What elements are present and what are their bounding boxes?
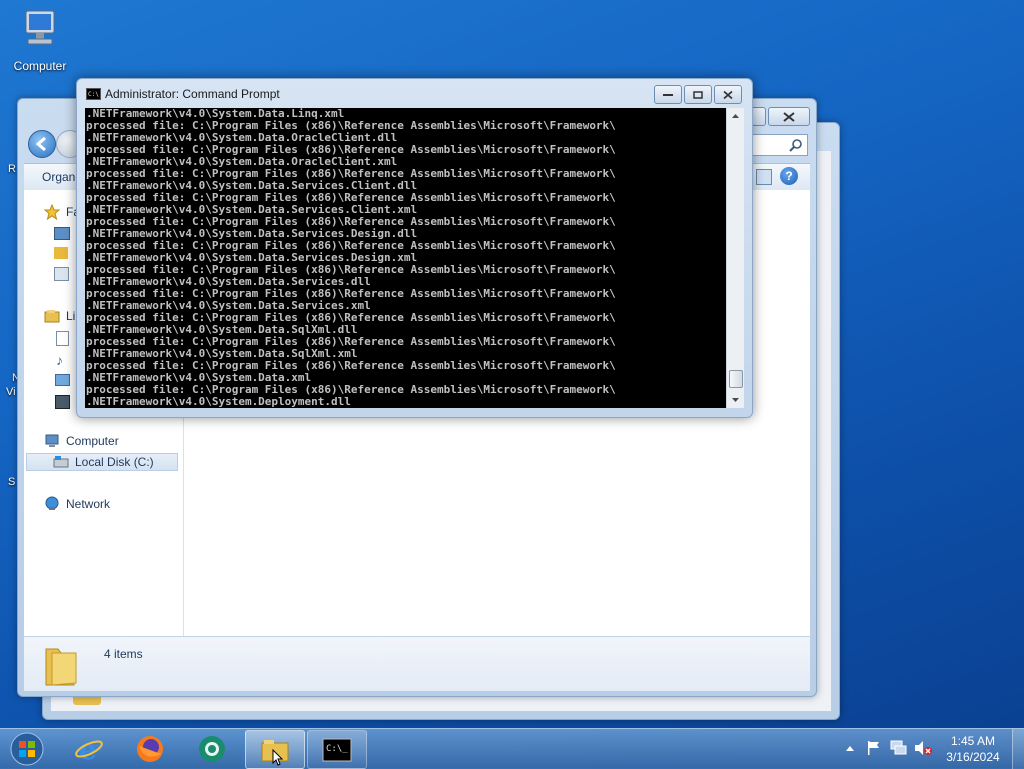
svg-text:e: e	[79, 734, 97, 764]
command-prompt-icon: C:\	[86, 88, 101, 100]
search-input[interactable]	[752, 134, 808, 156]
videos-icon[interactable]	[55, 395, 70, 409]
show-desktop-button[interactable]	[1012, 729, 1024, 769]
nav-network[interactable]: Network	[44, 496, 110, 512]
nav-local-disk-label: Local Disk (C:)	[75, 455, 154, 469]
desktop-icon-computer[interactable]: Computer	[6, 8, 74, 73]
scroll-up-icon[interactable]	[727, 108, 744, 125]
internet-explorer-icon: e	[75, 734, 103, 764]
command-prompt-icon: C:\_	[322, 738, 352, 761]
taskbar: e C:\_ 1:45 AM 3/16/2024	[0, 728, 1024, 769]
scroll-down-icon[interactable]	[727, 391, 744, 408]
network-icon	[45, 496, 59, 510]
desktop-label-fragment: Vi	[6, 386, 16, 398]
nav-computer[interactable]: Computer	[44, 433, 119, 449]
desktop-label-fragment: S	[8, 476, 16, 488]
window-controls	[652, 85, 742, 107]
restore-icon	[693, 90, 703, 99]
firefox-icon	[137, 735, 163, 762]
start-button[interactable]	[2, 730, 52, 767]
explorer-button[interactable]	[245, 730, 305, 769]
desktop-icon-label: Computer	[13, 59, 67, 73]
close-icon	[783, 111, 795, 122]
search-icon	[789, 139, 802, 152]
pictures-icon[interactable]	[55, 374, 70, 386]
console-text: .NETFramework\v4.0\System.Data.Linq.xml …	[86, 108, 616, 408]
minimize-button[interactable]	[654, 85, 682, 104]
preview-pane-icon[interactable]	[756, 169, 772, 185]
action-center-flag-icon[interactable]	[866, 740, 882, 756]
nav-libraries[interactable]: Li	[44, 308, 75, 324]
app-icon	[199, 735, 225, 762]
clock-time: 1:45 AM	[950, 734, 996, 748]
maximize-button[interactable]	[684, 85, 712, 104]
scroll-thumb[interactable]	[729, 370, 743, 388]
svg-text:C:\: C:\	[88, 91, 99, 98]
window-title: Administrator: Command Prompt	[105, 87, 280, 101]
desktop-icon[interactable]	[54, 227, 70, 240]
computer-icon	[45, 434, 59, 447]
console-output[interactable]: .NETFramework\v4.0\System.Data.Linq.xml …	[85, 108, 726, 408]
mouse-cursor-icon	[272, 749, 284, 766]
recent-places-icon[interactable]	[54, 267, 69, 281]
libraries-icon	[44, 310, 60, 323]
organize-button[interactable]: Organ	[42, 170, 75, 184]
help-icon[interactable]: ?	[780, 167, 798, 185]
details-pane: 4 items	[24, 636, 810, 691]
show-hidden-icons-icon[interactable]	[845, 744, 855, 752]
command-prompt-window[interactable]: C:\ Administrator: Command Prompt .NETFr…	[76, 78, 753, 418]
nav-network-label: Network	[66, 497, 111, 511]
clock[interactable]: 1:45 AM 3/16/2024	[940, 733, 1006, 765]
close-button[interactable]	[768, 107, 810, 126]
nav-local-disk[interactable]: Local Disk (C:)	[26, 453, 178, 471]
close-button[interactable]	[714, 85, 742, 104]
nav-libraries-label: Li	[66, 309, 76, 323]
computer-icon	[25, 10, 55, 45]
clock-date: 3/16/2024	[946, 750, 1000, 764]
svg-text:C:\_: C:\_	[326, 744, 348, 754]
cmd-button[interactable]: C:\_	[307, 730, 367, 769]
folder-icon	[45, 648, 77, 686]
hard-drive-icon	[53, 456, 69, 468]
star-icon	[44, 204, 60, 220]
nav-favorites[interactable]: Fa	[44, 204, 80, 220]
windows-logo-icon	[10, 732, 44, 765]
music-icon[interactable]: ♪	[56, 352, 63, 368]
firefox-button[interactable]	[121, 730, 179, 767]
downloads-icon[interactable]	[54, 247, 68, 259]
nav-computer-label: Computer	[66, 434, 119, 448]
network-icon[interactable]	[890, 740, 908, 756]
vertical-scrollbar[interactable]	[726, 108, 744, 408]
minimize-icon	[663, 93, 673, 96]
app-button[interactable]	[183, 730, 241, 767]
arrow-left-icon	[35, 136, 46, 152]
items-count: 4 items	[104, 647, 143, 661]
internet-explorer-button[interactable]: e	[60, 730, 118, 767]
back-button[interactable]	[28, 130, 56, 158]
close-icon	[723, 90, 733, 99]
volume-muted-icon[interactable]	[914, 740, 934, 756]
documents-icon[interactable]	[56, 331, 69, 346]
desktop-label-fragment: R	[8, 163, 16, 175]
